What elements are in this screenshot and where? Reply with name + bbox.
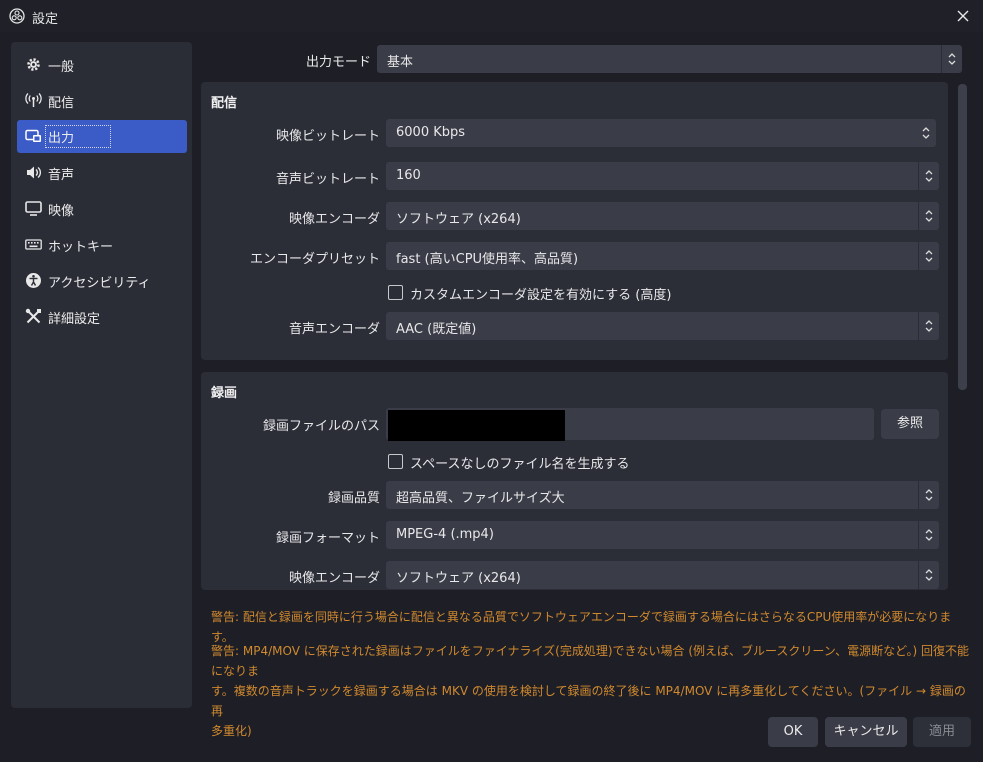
no-space-checkbox[interactable] xyxy=(388,454,403,469)
video-bitrate-spinbox[interactable]: 6000 Kbps xyxy=(386,119,936,147)
recording-video-encoder-label: 映像エンコーダ xyxy=(288,571,380,586)
cancel-button[interactable]: キャンセル xyxy=(825,717,907,747)
stream-video-encoder-select[interactable]: ソフトウェア (x264) xyxy=(386,202,939,230)
video-bitrate-value: 6000 Kbps xyxy=(396,125,466,140)
stream-video-encoder-value: ソフトウェア (x264) xyxy=(396,212,521,227)
audio-encoder-value: AAC (既定値) xyxy=(396,322,477,337)
tools-icon xyxy=(25,308,41,324)
sidebar-item-general[interactable]: 一般 xyxy=(17,48,187,81)
recording-quality-label: 録画品質 xyxy=(327,491,380,506)
recording-format-value: MPEG-4 (.mp4) xyxy=(396,527,494,542)
keyboard-icon xyxy=(25,239,42,250)
gear-icon xyxy=(27,58,40,71)
encoder-preset-label: エンコーダプリセット xyxy=(249,252,380,267)
obs-logo-icon xyxy=(9,8,25,24)
sidebar-item-label: ホットキー xyxy=(48,240,114,255)
audio-bitrate-label: 音声ビットレート xyxy=(275,172,380,187)
no-space-checkbox-label: スペースなしのファイル名を生成する xyxy=(410,457,630,472)
audio-bitrate-select[interactable]: 160 xyxy=(386,162,939,190)
redacted-path xyxy=(388,410,565,441)
recording-path-label: 録画ファイルのパス xyxy=(262,419,380,434)
updown-arrow-icon xyxy=(918,162,939,190)
recording-path-input[interactable] xyxy=(386,408,874,441)
sidebar-item-label: 出力 xyxy=(44,125,112,148)
sidebar-item-audio[interactable]: 音声 xyxy=(17,156,187,189)
accessibility-icon xyxy=(26,273,41,288)
recording-title: 録画 xyxy=(211,386,238,401)
recording-video-encoder-select[interactable]: ソフトウェア (x264) xyxy=(386,561,939,589)
streaming-title: 配信 xyxy=(211,96,238,111)
sidebar-item-label: アクセシビリティ xyxy=(48,276,151,291)
sidebar-item-hotkeys[interactable]: ホットキー xyxy=(17,228,187,261)
recording-quality-select[interactable]: 超高品質、ファイルサイズ大 xyxy=(386,481,939,509)
warning-mp4-line2: す。複数の音声トラックを録画する場合は MKV の使用を検討して録画の終了後に … xyxy=(211,684,966,718)
close-icon[interactable] xyxy=(953,6,973,26)
video-bitrate-label: 映像ビットレート xyxy=(275,129,380,144)
audio-encoder-select[interactable]: AAC (既定値) xyxy=(386,312,939,340)
broadcast-icon xyxy=(25,93,42,107)
updown-arrow-icon xyxy=(941,45,962,73)
output-mode-select[interactable]: 基本 xyxy=(377,45,962,73)
sidebar-item-output[interactable]: 出力 xyxy=(17,120,187,153)
updown-arrow-icon xyxy=(918,561,939,589)
updown-arrow-icon xyxy=(918,202,939,230)
recording-video-encoder-value: ソフトウェア (x264) xyxy=(396,571,521,586)
sidebar-item-label: 配信 xyxy=(48,96,75,111)
encoder-preset-select[interactable]: fast (高いCPU使用率、高品質) xyxy=(386,242,939,270)
updown-arrow-icon xyxy=(918,481,939,509)
sidebar-item-label: 一般 xyxy=(48,60,75,75)
sidebar-item-label: 映像 xyxy=(48,204,75,219)
custom-encoder-checkbox[interactable] xyxy=(388,285,403,300)
audio-bitrate-value: 160 xyxy=(396,168,421,183)
window-title: 設定 xyxy=(32,12,59,27)
sidebar-item-advanced[interactable]: 詳細設定 xyxy=(17,300,187,333)
output-mode-label: 出力モード xyxy=(305,55,371,70)
no-space-checkbox-row[interactable]: スペースなしのファイル名を生成する xyxy=(388,454,688,472)
sidebar-item-label: 詳細設定 xyxy=(48,312,101,327)
recording-format-label: 録画フォーマット xyxy=(275,531,380,546)
sidebar-item-stream[interactable]: 配信 xyxy=(17,84,187,117)
output-mode-value: 基本 xyxy=(387,55,414,70)
settings-sidebar: 一般 配信 出力 音声 映像 ホットキー アクセシビリティ 詳細設定 xyxy=(11,42,192,708)
speaker-icon xyxy=(27,166,42,179)
recording-format-select[interactable]: MPEG-4 (.mp4) xyxy=(386,521,939,549)
updown-arrow-icon xyxy=(918,312,939,340)
warning-mp4-line1: 警告: MP4/MOV に保存された録画はファイルをファイナライズ(完成処理)で… xyxy=(211,644,969,678)
browse-button[interactable]: 参照 xyxy=(881,409,939,439)
recording-quality-value: 超高品質、ファイルサイズ大 xyxy=(396,491,565,506)
output-icon xyxy=(25,129,41,142)
encoder-preset-value: fast (高いCPU使用率、高品質) xyxy=(396,252,579,267)
apply-button[interactable]: 適用 xyxy=(913,717,971,747)
vertical-scrollbar[interactable] xyxy=(958,84,967,390)
custom-encoder-checkbox-row[interactable]: カスタムエンコーダ設定を有効にする (高度) xyxy=(388,285,768,303)
ok-button[interactable]: OK xyxy=(768,717,818,747)
updown-arrow-icon xyxy=(918,521,939,549)
audio-encoder-label: 音声エンコーダ xyxy=(288,322,380,337)
spin-arrows-icon[interactable] xyxy=(916,119,936,147)
monitor-icon xyxy=(25,201,42,216)
sidebar-item-video[interactable]: 映像 xyxy=(17,192,187,225)
sidebar-item-accessibility[interactable]: アクセシビリティ xyxy=(17,264,187,297)
sidebar-item-label: 音声 xyxy=(48,168,75,183)
custom-encoder-checkbox-label: カスタムエンコーダ設定を有効にする (高度) xyxy=(410,288,672,303)
title-bar: 設定 xyxy=(0,0,983,32)
stream-video-encoder-label: 映像エンコーダ xyxy=(288,212,380,227)
updown-arrow-icon xyxy=(918,242,939,270)
